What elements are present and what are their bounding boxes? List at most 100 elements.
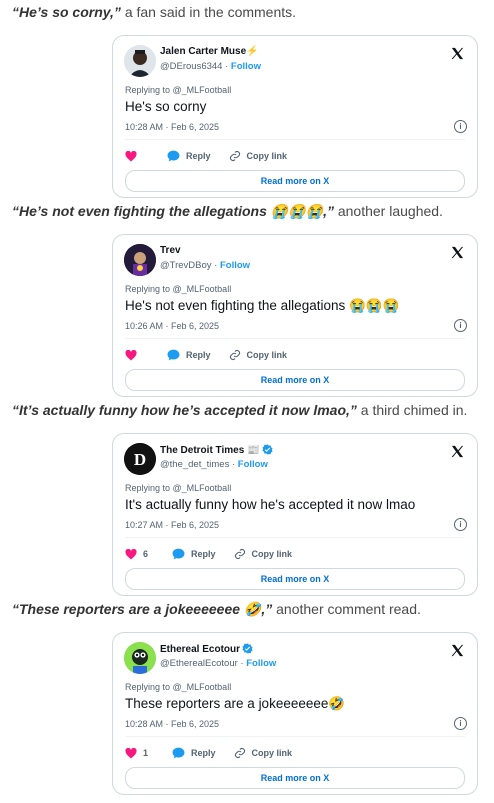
copy-link-label: Copy link [246, 151, 288, 161]
article-quote-4: “These reporters are a jokeeeeeee 🤣,” an… [12, 601, 421, 618]
x-logo-icon[interactable] [450, 643, 465, 658]
timestamp[interactable]: 10:26 AM · Feb 6, 2025 [125, 321, 219, 331]
avatar[interactable]: D [124, 443, 156, 475]
embedded-tweet[interactable]: Ethereal Ecotour @EtherealEcotour · Foll… [112, 632, 478, 795]
quote-attribution: another comment read. [272, 601, 421, 617]
reply-button[interactable]: Reply [172, 747, 216, 759]
quote-text: “It’s actually funny how he’s accepted i… [12, 402, 357, 418]
handle-line: @TrevDBoy · Follow [160, 260, 251, 271]
copy-link-button[interactable]: Copy link [229, 150, 288, 162]
reply-button[interactable]: Reply [167, 150, 211, 162]
quote-text: “He’s not even fighting the allegations … [12, 203, 334, 219]
tweet-text: It's actually funny how he's accepted it… [125, 497, 416, 512]
handle[interactable]: @EtherealEcotour [160, 658, 238, 669]
link-icon [234, 548, 245, 560]
divider [125, 736, 465, 737]
timestamp[interactable]: 10:28 AM · Feb 6, 2025 [125, 719, 219, 729]
avatar[interactable] [124, 45, 156, 77]
copy-link-button[interactable]: Copy link [229, 349, 288, 361]
replying-to: Replying to @_MLFootball [125, 284, 232, 294]
tweet-text: He's not even fighting the allegations 😭… [125, 298, 400, 313]
quote-attribution: another laughed. [333, 203, 443, 219]
read-more-button[interactable]: Read more on X [125, 369, 465, 391]
read-more-button[interactable]: Read more on X [125, 170, 465, 192]
info-icon[interactable]: i [454, 717, 467, 730]
copy-link-label: Copy link [251, 549, 293, 559]
x-logo-icon[interactable] [450, 444, 465, 459]
action-bar: Reply Copy link [125, 348, 305, 362]
copy-link-label: Copy link [246, 350, 288, 360]
avatar[interactable] [124, 244, 156, 276]
quote-attribution: a fan said in the comments. [120, 4, 297, 20]
replying-to: Replying to @_MLFootball [125, 682, 232, 692]
follow-link[interactable]: Follow [220, 260, 250, 271]
reply-bubble-icon [172, 747, 185, 759]
tweet-text: He's so corny [125, 99, 207, 114]
display-name-line: The Detroit Times 📰 [160, 444, 273, 456]
replying-to: Replying to @_MLFootball [125, 85, 232, 95]
reply-bubble-icon [167, 349, 180, 361]
x-logo-icon[interactable] [450, 46, 465, 61]
display-name-line: Ethereal Ecotour [160, 643, 253, 655]
verified-badge-icon [242, 643, 253, 654]
info-icon[interactable]: i [454, 518, 467, 531]
copy-link-button[interactable]: Copy link [234, 548, 293, 560]
heart-icon [125, 349, 137, 360]
link-icon [234, 747, 245, 759]
quote-text: “These reporters are a jokeeeeeee 🤣,” [12, 601, 273, 617]
handle[interactable]: @the_det_times [160, 459, 229, 470]
replying-to: Replying to @_MLFootball [125, 483, 232, 493]
info-icon[interactable]: i [454, 120, 467, 133]
follow-link[interactable]: Follow [246, 658, 276, 669]
like-count: 1 [143, 748, 149, 758]
action-bar: 6 Reply Copy link [125, 547, 310, 561]
display-name[interactable]: Trev [160, 245, 181, 256]
reply-label: Reply [191, 549, 216, 559]
divider [125, 139, 465, 140]
handle-line: @DErous6344 · Follow [160, 61, 261, 72]
embedded-tweet[interactable]: D The Detroit Times 📰 @the_det_times · F… [112, 433, 478, 596]
heart-icon [125, 548, 137, 559]
like-button[interactable]: 1 [125, 747, 149, 759]
reply-button[interactable]: Reply [167, 349, 211, 361]
embedded-tweet[interactable]: Trev @TrevDBoy · Follow Replying to @_ML… [112, 234, 478, 397]
article-quote-1: “He’s so corny,” a fan said in the comme… [12, 4, 296, 20]
follow-link[interactable]: Follow [231, 61, 261, 72]
read-more-button[interactable]: Read more on X [125, 767, 465, 789]
follow-link[interactable]: Follow [238, 459, 268, 470]
avatar[interactable] [124, 642, 156, 674]
timestamp[interactable]: 10:27 AM · Feb 6, 2025 [125, 520, 219, 530]
reply-button[interactable]: Reply [172, 548, 216, 560]
like-button[interactable]: 6 [125, 548, 148, 560]
x-logo-icon[interactable] [450, 245, 465, 260]
handle[interactable]: @TrevDBoy [160, 260, 212, 271]
article-quote-2: “He’s not even fighting the allegations … [12, 203, 443, 220]
display-name[interactable]: Ethereal Ecotour [160, 644, 240, 655]
link-icon [229, 349, 240, 361]
handle[interactable]: @DErous6344 [160, 61, 222, 72]
heart-icon [125, 747, 137, 758]
heart-icon [125, 150, 137, 161]
link-icon [229, 150, 240, 162]
divider [125, 537, 465, 538]
reply-label: Reply [191, 748, 216, 758]
like-button[interactable] [125, 349, 143, 361]
embedded-tweet[interactable]: Jalen Carter Muse⚡ @DErous6344 · Follow … [112, 35, 478, 198]
timestamp[interactable]: 10:28 AM · Feb 6, 2025 [125, 122, 219, 132]
quote-attribution: a third chimed in. [356, 402, 468, 418]
reply-bubble-icon [167, 150, 180, 162]
read-more-button[interactable]: Read more on X [125, 568, 465, 590]
reply-label: Reply [186, 151, 211, 161]
display-name[interactable]: The Detroit Times 📰 [160, 445, 260, 456]
reply-label: Reply [186, 350, 211, 360]
handle-line: @EtherealEcotour · Follow [160, 658, 277, 669]
copy-link-label: Copy link [251, 748, 293, 758]
verified-badge-icon [261, 444, 273, 455]
quote-text: “He’s so corny,” [12, 4, 121, 20]
divider [125, 338, 465, 339]
display-name[interactable]: Jalen Carter Muse⚡ [160, 46, 259, 57]
like-button[interactable] [125, 150, 143, 162]
info-icon[interactable]: i [454, 319, 467, 332]
handle-line: @the_det_times · Follow [160, 459, 268, 470]
copy-link-button[interactable]: Copy link [234, 747, 293, 759]
